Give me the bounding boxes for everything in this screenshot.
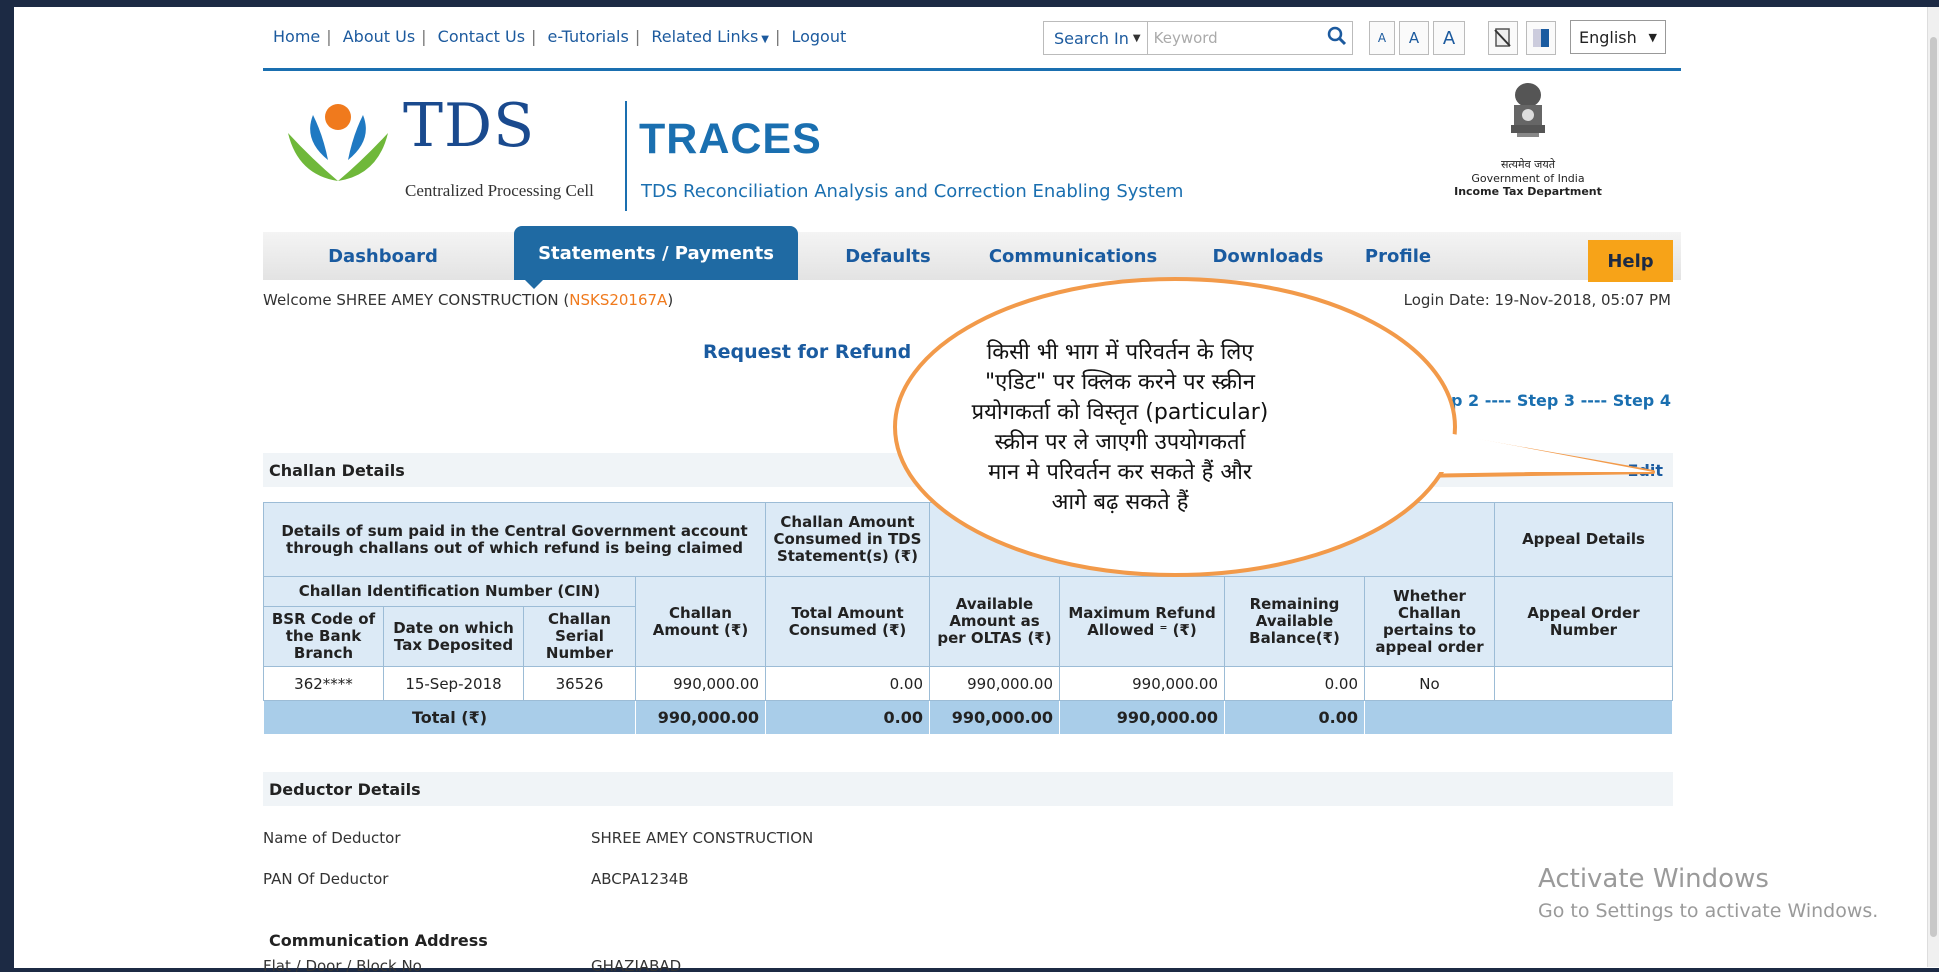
address-section-header: Communication Address	[263, 925, 1673, 955]
font-medium-button[interactable]: A	[1399, 21, 1429, 55]
total-available: 990,000.00	[929, 700, 1060, 735]
emblem-motto: सत्यमेव जयते	[1500, 158, 1555, 171]
traces-title: TRACES	[639, 115, 822, 163]
total-max-refund: 990,000.00	[1059, 700, 1225, 735]
ashoka-emblem-icon	[1511, 83, 1545, 137]
search-in-select[interactable]: Search In ▼	[1044, 22, 1148, 54]
deductor-name-value: SHREE AMEY CONSTRUCTION	[591, 829, 814, 847]
callout-text: किसी भी भाग में परिवर्तन के लिए "एडिट" प…	[971, 340, 1269, 515]
cell-max-refund: 990,000.00	[1059, 666, 1225, 701]
language-select[interactable]: English ▼	[1570, 20, 1666, 54]
deductor-pan-value: ABCPA1234B	[591, 870, 689, 888]
cell-available: 990,000.00	[929, 666, 1060, 701]
window-top-border	[0, 0, 1939, 7]
total-amount: 990,000.00	[635, 700, 766, 735]
active-tab-pointer	[525, 280, 543, 289]
contact-link[interactable]: Contact Us	[438, 27, 525, 46]
top-links: Home | About Us | Contact Us | e-Tutorials |…	[273, 27, 847, 46]
th-bsr: BSR Code of the Bank Branch	[263, 606, 384, 667]
government-label: Government of India	[1471, 172, 1585, 185]
search-input[interactable]: Keyword	[1148, 29, 1322, 47]
caret-down-icon: ▼	[761, 34, 769, 45]
caret-down-icon: ▼	[1132, 32, 1141, 44]
department-label: Income Tax Department	[1454, 185, 1602, 198]
user-pan: NSKS20167A	[569, 291, 668, 309]
cell-date: 15-Sep-2018	[383, 666, 524, 701]
page: Home | About Us | Contact Us | e-Tutorials |…	[263, 7, 1681, 972]
related-links-menu[interactable]: Related Links ▼	[651, 27, 769, 46]
th-serial: Challan Serial Number	[523, 606, 636, 667]
header-divider	[625, 101, 627, 211]
th-amount: Challan Amount (₹)	[635, 576, 766, 667]
home-link[interactable]: Home	[273, 27, 320, 46]
search-box: Search In ▼ Keyword	[1043, 21, 1353, 55]
total-label: Total (₹)	[263, 700, 636, 735]
total-blank	[1364, 700, 1673, 735]
contrast-icon[interactable]	[1526, 21, 1556, 55]
search-icon[interactable]	[1322, 26, 1352, 51]
welcome-message: Welcome SHREE AMEY CONSTRUCTION (NSKS201…	[263, 291, 674, 309]
vertical-scrollbar[interactable]	[1927, 7, 1939, 967]
tds-wordmark: TDS	[403, 91, 536, 161]
cpc-label: Centralized Processing Cell	[405, 181, 594, 200]
caret-down-icon: ▼	[1648, 30, 1657, 44]
window-left-border	[0, 0, 14, 972]
cell-amount: 990,000.00	[635, 666, 766, 701]
windows-activation-watermark: Activate Windows Go to Settings to activ…	[1538, 864, 1879, 922]
cell-serial: 36526	[523, 666, 636, 701]
logout-link[interactable]: Logout	[791, 27, 846, 46]
total-row: Total (₹) 990,000.00 0.00 990,000.00 990…	[263, 700, 1673, 735]
site-header: TDS Centralized Processing Cell TRACES T…	[263, 71, 1681, 221]
total-consumed: 0.00	[765, 700, 930, 735]
cell-appeal-no	[1494, 666, 1673, 701]
scrollbar-thumb[interactable]	[1930, 37, 1937, 937]
traces-subtitle: TDS Reconciliation Analysis and Correcti…	[641, 181, 1184, 202]
cell-whether: No	[1364, 666, 1495, 701]
table-row: 362**** 15-Sep-2018 36526 990,000.00 0.0…	[263, 666, 1673, 701]
th-date: Date on which Tax Deposited	[383, 606, 524, 667]
tds-logo-icon	[283, 95, 393, 199]
deductor-pan-label: PAN Of Deductor	[263, 870, 389, 888]
flat-label: Flat / Door / Block No	[263, 957, 422, 972]
nav-statements-payments[interactable]: Statements / Payments	[514, 226, 798, 280]
government-emblem: सत्यमेव जयते Government of India Income …	[1453, 79, 1603, 198]
th-cin: Challan Identification Number (CIN)	[263, 576, 636, 607]
cell-remaining: 0.00	[1224, 666, 1365, 701]
accessibility-icon[interactable]	[1488, 21, 1518, 55]
tutorials-link[interactable]: e-Tutorials	[548, 27, 629, 46]
font-large-button[interactable]: A	[1433, 21, 1465, 55]
font-small-button[interactable]: A	[1369, 21, 1395, 55]
about-link[interactable]: About Us	[343, 27, 415, 46]
cell-bsr: 362****	[263, 666, 384, 701]
utility-bar: Home | About Us | Contact Us | e-Tutorials |…	[263, 7, 1681, 71]
deductor-section-header: Deductor Details	[263, 772, 1673, 806]
nav-dashboard[interactable]: Dashboard	[323, 232, 443, 280]
cell-consumed: 0.00	[765, 666, 930, 701]
deductor-name-label: Name of Deductor	[263, 829, 401, 847]
th-details: Details of sum paid in the Central Gover…	[263, 502, 766, 577]
total-remaining: 0.00	[1224, 700, 1365, 735]
flat-value: GHAZIABAD	[591, 957, 682, 972]
